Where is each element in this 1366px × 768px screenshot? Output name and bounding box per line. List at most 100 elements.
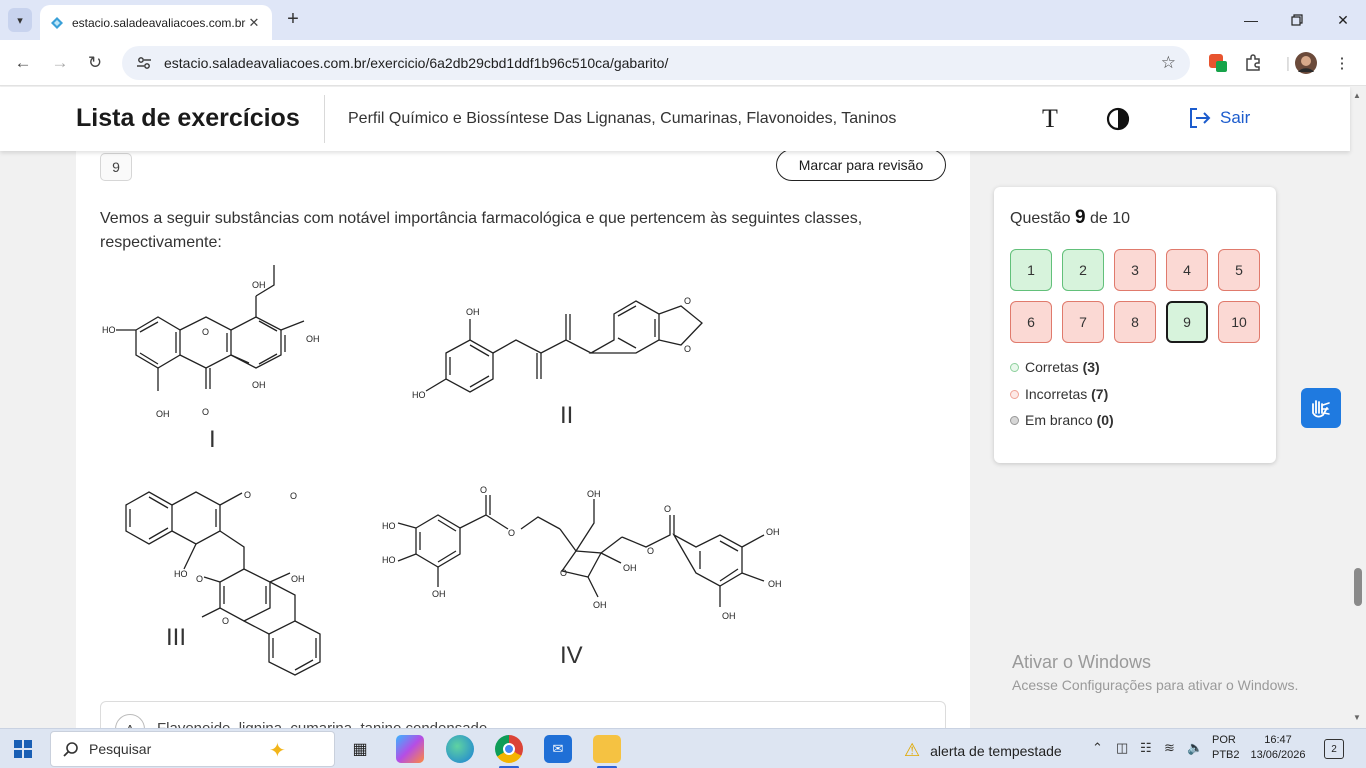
svg-text:OH: OH — [156, 409, 170, 419]
logout-icon — [1190, 108, 1211, 128]
forward-button[interactable]: → — [48, 51, 72, 75]
svg-text:O: O — [560, 568, 567, 578]
browser-menu-icon[interactable]: ⋮ — [1331, 52, 1353, 74]
address-bar[interactable]: estacio.saladeavaliacoes.com.br/exercici… — [122, 46, 1190, 80]
question-button-8[interactable]: 8 — [1114, 301, 1156, 343]
bookmark-star-icon[interactable]: ☆ — [1161, 53, 1176, 73]
svg-text:HO: HO — [102, 325, 116, 335]
file-explorer-icon[interactable] — [593, 735, 621, 763]
arrow-left-icon: ← — [14, 53, 32, 72]
reload-button[interactable]: ↻ — [83, 51, 107, 75]
question-button-2[interactable]: 2 — [1062, 249, 1104, 291]
svg-text:III: III — [166, 624, 186, 651]
svg-text:HO: HO — [382, 521, 396, 531]
svg-text:OH: OH — [766, 527, 780, 537]
logout-button[interactable]: Sair — [1188, 107, 1250, 129]
storm-alert-icon: ⚠ — [904, 740, 921, 760]
svg-text:O: O — [508, 528, 515, 538]
minimize-button[interactable]: — — [1228, 0, 1274, 40]
svg-text:OH: OH — [291, 574, 305, 584]
svg-text:OH: OH — [623, 563, 637, 573]
chrome-browser-icon[interactable] — [495, 735, 523, 763]
question-button-4[interactable]: 4 — [1166, 249, 1208, 291]
svg-text:OH: OH — [432, 589, 446, 599]
subject-title: Perfil Químico e Biossíntese Das Lignana… — [348, 110, 897, 127]
page-title: Lista de exercícios — [76, 104, 300, 132]
svg-text:OH: OH — [768, 579, 782, 589]
legend-dot — [1010, 415, 1019, 425]
close-window-button[interactable]: ✕ — [1320, 0, 1366, 40]
legend-dot — [1010, 389, 1019, 399]
weather-widget[interactable]: ⚠ alerta de tempestade — [904, 740, 1062, 761]
extension-icon[interactable] — [1207, 52, 1229, 74]
mail-icon[interactable]: ✉ — [544, 735, 572, 763]
question-button-6[interactable]: 6 — [1010, 301, 1052, 343]
svg-text:IV: IV — [560, 642, 583, 669]
chevron-up-icon[interactable]: ⌃ — [1092, 740, 1103, 756]
svg-text:O: O — [664, 504, 671, 514]
svg-text:O: O — [202, 327, 209, 337]
svg-text:O: O — [647, 546, 654, 556]
browser-tab-strip: ▾ estacio.saladeavaliacoes.com.br ✕ + — … — [0, 0, 1366, 40]
extension-badge-icon — [1209, 54, 1227, 72]
site-info-icon[interactable] — [136, 55, 152, 71]
question-button-3[interactable]: 3 — [1114, 249, 1156, 291]
scroll-up-icon[interactable]: ▲ — [1353, 91, 1361, 100]
page-scrollbar[interactable]: ▲ ▼ — [1350, 87, 1366, 728]
scrollbar-thumb[interactable] — [1354, 568, 1362, 606]
contrast-icon[interactable] — [1104, 105, 1132, 133]
chevron-down-icon: ▾ — [17, 14, 23, 27]
notification-center-icon[interactable]: 2 — [1324, 739, 1344, 759]
url-text: estacio.saladeavaliacoes.com.br/exercici… — [164, 55, 669, 71]
navigator-title: Questão 9 de 10 — [1010, 207, 1131, 228]
back-button[interactable]: ← — [11, 51, 35, 75]
tab-search-menu-button[interactable]: ▾ — [8, 8, 32, 32]
taskbar-search[interactable]: Pesquisar ✦ — [50, 731, 335, 767]
search-highlight-icon: ✦ — [269, 740, 286, 762]
mark-for-review-button[interactable]: Marcar para revisão — [776, 149, 946, 181]
arrow-right-icon: → — [51, 53, 69, 72]
svg-text:OH: OH — [252, 280, 266, 290]
svg-text:O: O — [290, 491, 297, 501]
svg-text:OH: OH — [722, 611, 736, 621]
legend-dot — [1010, 362, 1019, 372]
question-button-7[interactable]: 7 — [1062, 301, 1104, 343]
browser-tab[interactable]: estacio.saladeavaliacoes.com.br ✕ — [40, 5, 272, 40]
input-language[interactable]: POR PTB2 — [1212, 733, 1240, 763]
svg-text:OH: OH — [587, 489, 601, 499]
svg-text:II: II — [560, 402, 573, 429]
taskbar-clock[interactable]: 16:47 13/06/2026 — [1248, 733, 1308, 763]
question-button-10[interactable]: 10 — [1218, 301, 1260, 343]
legend-incorrect: Incorretas (7) — [1010, 386, 1108, 402]
question-button-5[interactable]: 5 — [1218, 249, 1260, 291]
restore-button[interactable] — [1274, 0, 1320, 40]
question-statement: Vemos a seguir substâncias com notável i… — [100, 210, 863, 251]
chemical-structures-figure: OHOH HO O OHOH O OHHO OO OO HO O OHO OHO HO… — [102, 265, 782, 676]
scroll-down-icon[interactable]: ▼ — [1353, 713, 1361, 722]
new-tab-button[interactable]: + — [282, 9, 304, 31]
wifi-icon[interactable]: ≋ — [1164, 740, 1175, 756]
network-icon[interactable]: ☷ — [1140, 740, 1152, 756]
copilot-icon[interactable] — [396, 735, 424, 763]
header-divider — [324, 95, 325, 143]
legend-correct: Corretas (3) — [1010, 359, 1100, 375]
restore-icon — [1291, 14, 1303, 26]
hands-icon — [1312, 400, 1330, 418]
start-button[interactable] — [14, 740, 32, 763]
edge-browser-icon[interactable] — [446, 735, 474, 763]
volume-icon[interactable]: 🔈 — [1187, 740, 1203, 756]
question-button-1[interactable]: 1 — [1010, 249, 1052, 291]
profile-avatar[interactable] — [1295, 52, 1317, 74]
svg-text:O: O — [196, 574, 203, 584]
tab-close-icon[interactable]: ✕ — [246, 15, 262, 31]
extensions-puzzle-icon[interactable] — [1242, 52, 1264, 74]
meet-now-icon[interactable]: ◫ — [1116, 740, 1128, 756]
question-button-9[interactable]: 9 — [1166, 301, 1208, 343]
svg-text:OH: OH — [466, 307, 480, 317]
search-icon — [63, 742, 78, 757]
font-size-icon[interactable]: T — [1036, 104, 1064, 133]
structure-i — [116, 265, 305, 391]
task-view-icon[interactable]: ▦ — [346, 735, 374, 763]
sign-language-button[interactable] — [1301, 388, 1341, 428]
page-header: Lista de exercícios Perfil Químico e Bio… — [0, 87, 1350, 151]
